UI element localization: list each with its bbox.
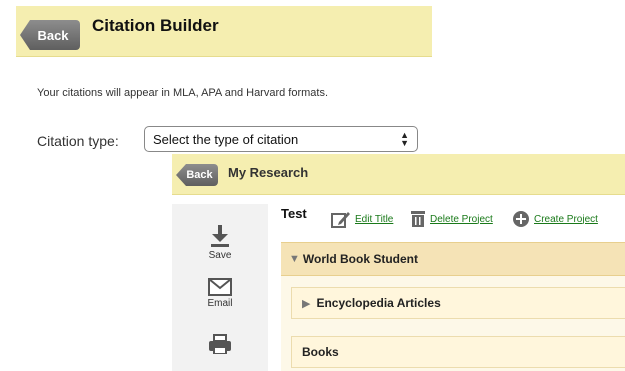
plus-circle-icon [513, 211, 529, 227]
printer-icon [209, 334, 231, 354]
edit-icon [331, 212, 350, 228]
edit-title-label: Edit Title [355, 213, 394, 225]
citation-formats-note: Your citations will appear in MLA, APA a… [37, 87, 329, 99]
subgroup-books[interactable]: Books [291, 336, 625, 368]
project-name: Test [281, 206, 307, 221]
citation-back-button[interactable]: Back [20, 20, 80, 50]
print-button[interactable] [172, 334, 268, 356]
envelope-icon [208, 278, 232, 296]
citation-builder-title: Citation Builder [92, 16, 219, 35]
triangle-right-icon: ▶ [302, 297, 311, 310]
delete-project-label: Delete Project [430, 213, 493, 225]
create-project-label: Create Project [534, 213, 598, 225]
download-icon [211, 225, 229, 247]
trash-icon [411, 211, 425, 227]
group-title: World Book Student [302, 252, 418, 266]
my-research-panel: Back My Research Save Email Test Edit Ti… [172, 154, 625, 371]
group-body: ▶ Encyclopedia Articles Books [281, 276, 625, 371]
email-button[interactable]: Email [172, 278, 268, 309]
group-header-world-book-student[interactable]: ▼ World Book Student [281, 242, 625, 276]
subgroup-label: Books [302, 345, 339, 359]
save-label: Save [208, 250, 232, 261]
my-research-title: My Research [228, 165, 309, 180]
citation-type-select-value: Select the type of citation [153, 131, 299, 147]
subgroup-encyclopedia-articles[interactable]: ▶ Encyclopedia Articles [291, 287, 625, 319]
select-arrows-icon: ▲ ▼ [400, 130, 409, 148]
my-research-header: Back My Research [172, 154, 625, 195]
project-contents: ▼ World Book Student ▶ Encyclopedia Arti… [281, 242, 625, 371]
save-button[interactable]: Save [172, 224, 268, 261]
subgroup-label: Encyclopedia Articles [316, 296, 441, 310]
delete-project-link[interactable]: Delete Project [410, 210, 493, 228]
my-research-back-button[interactable]: Back [176, 164, 218, 186]
triangle-down-icon: ▼ [289, 253, 300, 265]
email-label: Email [207, 298, 233, 309]
create-project-link[interactable]: Create Project [512, 210, 598, 228]
sidebar: Save Email [172, 204, 268, 371]
edit-title-link[interactable]: Edit Title [331, 210, 393, 228]
citation-type-label: Citation type: [37, 133, 119, 149]
citation-type-select[interactable]: Select the type of citation ▲ ▼ [144, 126, 418, 152]
citation-builder-header: Back Citation Builder [16, 6, 432, 57]
